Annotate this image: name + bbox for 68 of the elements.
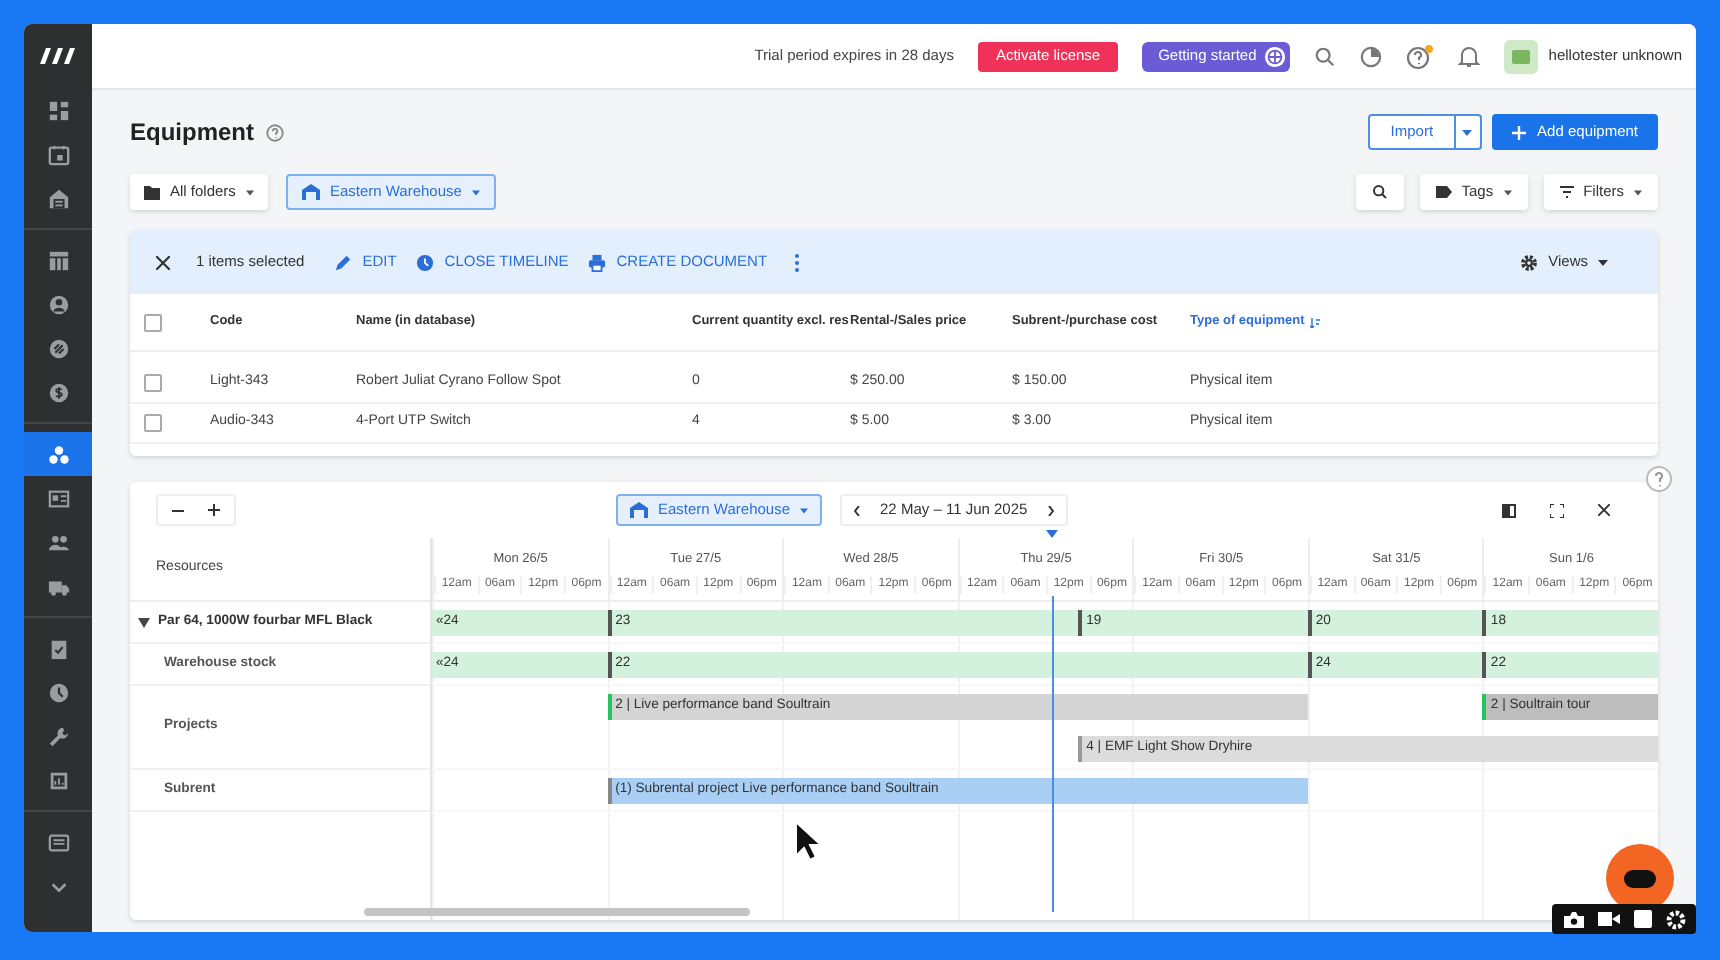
close-icon[interactable] [156,255,170,269]
caret-icon [1634,189,1642,195]
checkbox[interactable] [144,313,162,331]
clipboard-check-icon [47,637,69,659]
now-marker [1046,530,1058,538]
calendar-icon [47,143,69,165]
pencil-icon [334,253,353,271]
message-icon [47,831,69,853]
pie-chart-icon[interactable] [1360,45,1383,67]
camera-icon[interactable] [1563,911,1583,927]
people-icon [47,531,69,553]
report-icon [47,769,69,791]
search-icon [1371,184,1388,200]
search-button[interactable] [1355,174,1404,210]
panel-icon[interactable] [1502,503,1516,517]
caret-icon [800,507,809,513]
bell-icon[interactable] [1458,44,1481,68]
gear-icon [1520,253,1539,271]
caret-icon [1598,259,1608,265]
triangle-dots-icon [47,443,69,465]
page-title: Equipment [130,116,254,150]
filter-icon [1559,186,1574,198]
plus-icon [208,504,220,516]
table-icon [47,249,69,271]
printer-icon [588,253,607,271]
caret-icon [245,189,254,195]
gear-icon[interactable] [1665,909,1685,929]
warehouse-icon [630,502,648,518]
search-icon[interactable] [1314,45,1337,67]
video-camera-icon[interactable] [1597,912,1619,926]
help-icon[interactable] [1406,43,1435,69]
caret-icon [1462,129,1473,135]
chevron-left-icon [854,505,861,515]
logo-icon[interactable] [40,48,76,64]
id-card-icon [47,487,69,509]
more-icon[interactable] [793,253,800,271]
building-icon [47,187,69,209]
wrench-icon [47,725,69,747]
help-icon[interactable] [1646,466,1672,492]
warehouse-icon [301,184,320,200]
dashboard-icon [47,99,69,121]
tag-icon [1435,186,1452,198]
clock-icon [47,681,69,703]
scrollbar[interactable] [364,908,750,916]
close-icon[interactable] [1598,504,1610,516]
minus-icon [172,509,184,511]
next-button[interactable] [1047,505,1054,515]
help-icon[interactable] [266,123,284,141]
chat-icon [1624,869,1656,887]
chevron-right-icon [1047,505,1054,515]
caret-icon [1503,189,1512,195]
checkbox[interactable] [144,374,162,392]
sort-icon[interactable] [1310,317,1321,327]
folder-icon [144,185,160,199]
globe-icon [1264,45,1287,67]
plus-icon [1511,125,1526,139]
caret-icon [471,189,480,195]
checkbox[interactable] [144,414,162,432]
window-icon[interactable] [1633,910,1651,928]
cursor-icon [794,820,822,862]
sidebar-item[interactable] [24,432,92,476]
person-icon [47,293,69,315]
expand-icon[interactable] [1550,503,1564,517]
dollar-icon [47,381,69,403]
previous-button[interactable] [854,505,861,515]
link-icon [47,337,69,359]
collapse-icon[interactable] [138,617,150,627]
clock-icon [416,253,435,271]
